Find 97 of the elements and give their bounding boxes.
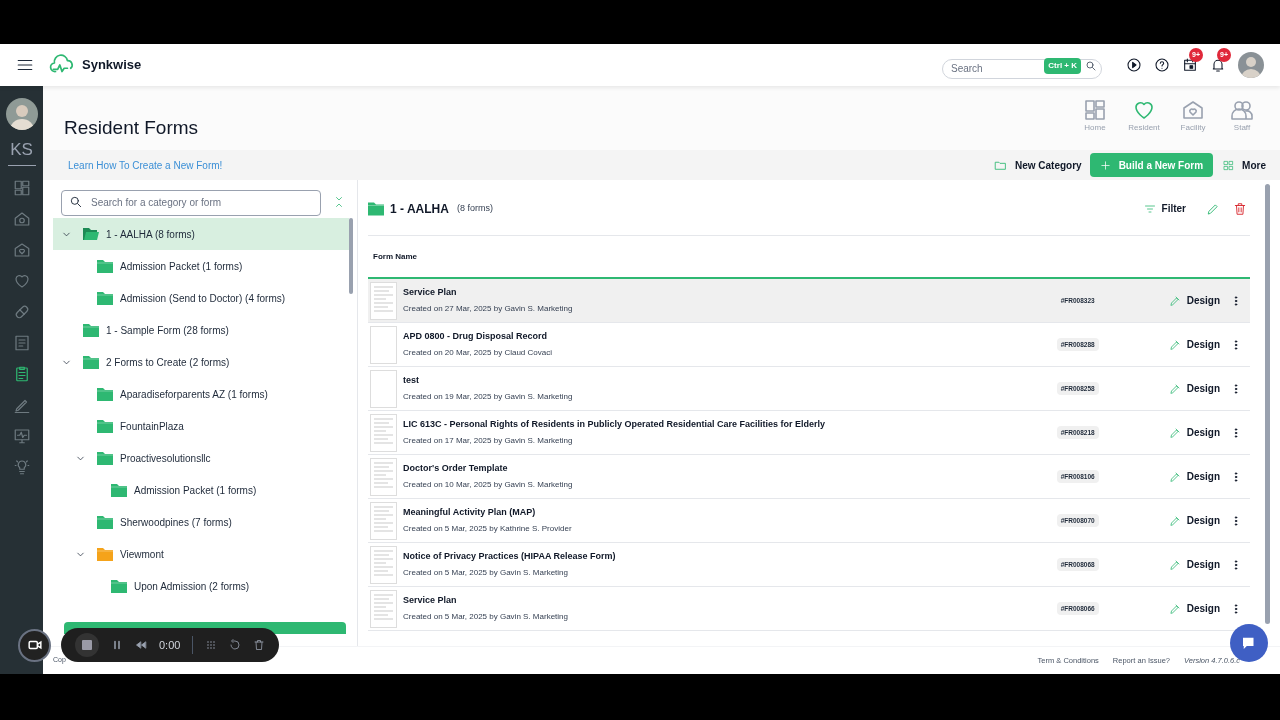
document-thumbnail (370, 589, 397, 628)
play-icon[interactable] (1126, 57, 1142, 73)
grip-icon[interactable] (205, 639, 218, 651)
form-meta: Created on 20 Mar, 2025 by Claud Covaci (403, 346, 553, 359)
pencil-ruler-icon (1168, 294, 1181, 307)
pencil-ruler-icon (1168, 426, 1181, 439)
column-header: Form Name (373, 250, 417, 263)
more-button[interactable]: More (1223, 157, 1266, 173)
bell-icon[interactable] (1210, 57, 1226, 73)
form-meta: Created on 5 Mar, 2025 by Gavin S. Marketing (403, 610, 569, 623)
document-thumbnail (370, 457, 397, 496)
tree-item[interactable]: Viewmont (53, 538, 349, 570)
form-name: Service Plan (403, 594, 458, 608)
pause-icon[interactable] (111, 639, 123, 651)
grid-icon (1083, 98, 1107, 122)
design-button[interactable]: Design (1168, 425, 1220, 440)
pencil-ruler-icon (1168, 514, 1181, 527)
timer-text: 0:00 (159, 637, 181, 653)
tree-item[interactable]: Admission Packet (1 forms) (53, 250, 349, 282)
design-button[interactable]: Design (1168, 601, 1220, 616)
folder-icon (368, 201, 384, 216)
house-icon[interactable] (12, 210, 31, 228)
scrollbar[interactable] (349, 218, 353, 294)
bulb-icon[interactable] (12, 458, 31, 476)
form-name: Doctor's Order Template (403, 462, 509, 476)
category-title: 1 - AALHA (390, 200, 449, 218)
rewind-icon[interactable] (135, 639, 147, 651)
design-button[interactable]: Design (1168, 337, 1220, 352)
user-avatar[interactable] (1238, 52, 1264, 78)
design-button[interactable]: Design (1168, 381, 1220, 396)
form-name: test (403, 374, 420, 388)
plus-icon (1099, 159, 1111, 171)
form-meta: Created on 19 Mar, 2025 by Gavin S. Marketing (403, 390, 574, 403)
tree-item[interactable]: Proactivesolutionsllc (53, 442, 349, 474)
monitor-icon[interactable] (12, 427, 31, 445)
form-name: Service Plan (403, 286, 458, 300)
document-thumbnail (370, 501, 397, 540)
design-button[interactable]: Design (1168, 469, 1220, 484)
trash-icon[interactable] (1233, 201, 1247, 216)
pencil-ruler-icon (1168, 602, 1181, 615)
new-category-button[interactable]: New Category (993, 157, 1082, 173)
people-icon (1230, 98, 1254, 122)
house-heart-icon (1181, 98, 1205, 122)
form-meta: Created on 27 Mar, 2025 by Gavin S. Marketing (403, 302, 574, 315)
tree-item[interactable]: 1 - AALHA (8 forms) (53, 218, 349, 250)
profile-avatar[interactable] (5, 98, 38, 130)
tree-item[interactable]: 2 Forms to Create (2 forms) (53, 346, 349, 378)
document-thumbnail (370, 281, 397, 320)
search-icon (1085, 60, 1097, 72)
tree-item[interactable]: Admission (Send to Doctor) (4 forms) (53, 282, 349, 314)
tree-item[interactable]: Upon Admission (2 forms) (53, 570, 349, 602)
report-icon[interactable] (12, 334, 31, 352)
document-thumbnail (370, 413, 397, 452)
search-icon (69, 195, 83, 209)
stop-button[interactable] (75, 633, 99, 657)
grid-icon[interactable] (12, 179, 31, 197)
form-name: Meaningful Activity Plan (MAP) (403, 506, 537, 520)
filter-icon (1143, 202, 1156, 215)
house-heart-icon[interactable] (12, 241, 31, 259)
form-meta: Created on 5 Mar, 2025 by Gavin S. Marketing (403, 566, 569, 579)
design-button[interactable]: Design (1168, 513, 1220, 528)
brand-name: Synkwise (82, 56, 142, 75)
grid-icon (1223, 159, 1235, 171)
category-search-field[interactable]: Search for a category or form (61, 189, 321, 216)
form-meta: Created on 17 Mar, 2025 by Gavin S. Marketing (403, 434, 574, 447)
form-name: Notice of Privacy Practices (HIPAA Release Form) (403, 550, 617, 564)
document-thumbnail (370, 545, 397, 584)
help-icon[interactable] (1154, 57, 1170, 73)
filter-button[interactable]: Filter (1143, 201, 1186, 216)
calendar-icon[interactable] (1182, 57, 1198, 73)
tree-item[interactable]: 1 - Sample Form (28 forms) (53, 314, 349, 346)
pencil-ruler-icon (1168, 382, 1181, 395)
tree-item[interactable]: Aparadiseforparents AZ (1 forms) (53, 378, 349, 410)
blank-thumbnail (370, 369, 397, 408)
heart-icon[interactable] (12, 272, 31, 290)
blank-thumbnail (370, 325, 397, 364)
form-meta: Created on 10 Mar, 2025 by Gavin S. Marketing (403, 478, 574, 491)
tree-item[interactable]: FountainPlaza (53, 410, 349, 442)
form-name: APD 0800 - Drug Disposal Record (403, 330, 549, 344)
video-camera-icon (27, 639, 42, 651)
design-button[interactable]: Design (1168, 557, 1220, 572)
tree-item[interactable]: Admission Packet (1 forms) (53, 474, 349, 506)
pencil-ruler-icon (1168, 558, 1181, 571)
pencil-ruler-icon (1168, 470, 1181, 483)
restart-icon[interactable] (229, 639, 242, 651)
page-title: Resident Forms (64, 116, 199, 140)
design-button[interactable]: Design (1168, 293, 1220, 308)
form-meta: Created on 5 Mar, 2025 by Kathrine S. Provider (403, 522, 573, 535)
scrollbar[interactable] (1265, 184, 1270, 624)
trash-icon[interactable] (253, 639, 266, 651)
pencil-ruler-icon (1168, 338, 1181, 351)
form-count: (8 forms) (456, 201, 493, 215)
user-initials: KS (10, 141, 33, 158)
tree-item[interactable]: Sherwoodpines (7 forms) (53, 506, 349, 538)
pill-icon[interactable] (12, 303, 31, 321)
form-name: LIC 613C - Personal Rights of Residents in Publicly Operated Residential Care Facilities for Elderly (403, 418, 827, 432)
shortcut-badge: Ctrl + K (1044, 58, 1081, 74)
